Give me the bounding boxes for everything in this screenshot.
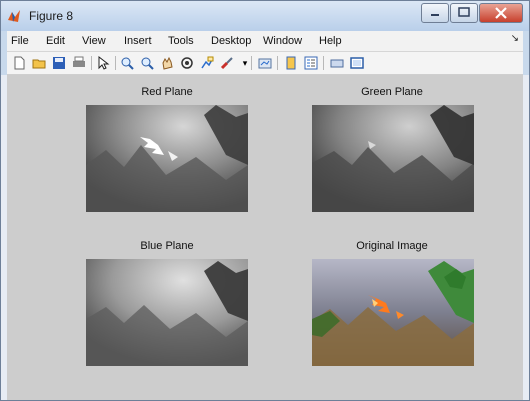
- toolbar-separator: [115, 56, 116, 70]
- red-plane-image: [86, 105, 248, 212]
- title-bar[interactable]: Figure 8: [1, 1, 529, 31]
- minimize-button[interactable]: [421, 3, 449, 23]
- blue-plane-image: [86, 259, 248, 366]
- show-plot-tools-icon[interactable]: [349, 55, 365, 71]
- menu-file[interactable]: File: [11, 35, 29, 47]
- left-window-border: [1, 75, 7, 400]
- figure-toolbar: ▾: [7, 52, 523, 75]
- menu-edit[interactable]: Edit: [46, 35, 65, 47]
- panel-title-blue-plane: Blue Plane: [140, 240, 194, 252]
- panel-title-original-image: Original Image: [356, 240, 428, 252]
- maximize-button[interactable]: [450, 3, 478, 23]
- window-controls: [420, 3, 523, 23]
- hide-plot-tools-icon[interactable]: [329, 55, 345, 71]
- zoom-in-icon[interactable]: [119, 55, 135, 71]
- link-plot-icon[interactable]: [257, 55, 273, 71]
- menu-desktop[interactable]: Desktop: [211, 35, 251, 47]
- brush-icon[interactable]: [219, 55, 235, 71]
- figure-window: Figure 8 File Edit View Insert Tools Des…: [0, 0, 530, 401]
- rotate-3d-icon[interactable]: [179, 55, 195, 71]
- panel-title-red-plane: Red Plane: [141, 86, 193, 98]
- pointer-icon[interactable]: [95, 55, 111, 71]
- zoom-out-icon[interactable]: [139, 55, 155, 71]
- panel-title-green-plane: Green Plane: [361, 86, 423, 98]
- open-file-icon[interactable]: [31, 55, 47, 71]
- maximize-icon: [458, 7, 470, 17]
- menu-window[interactable]: Window: [263, 35, 302, 47]
- right-window-border: [523, 75, 529, 400]
- new-figure-icon[interactable]: [11, 55, 27, 71]
- insert-colorbar-icon[interactable]: [283, 55, 299, 71]
- pan-icon[interactable]: [159, 55, 175, 71]
- menu-bar: File Edit View Insert Tools Desktop Wind…: [7, 31, 523, 52]
- insert-legend-icon[interactable]: [303, 55, 319, 71]
- minimize-icon: [431, 14, 439, 16]
- data-cursor-icon[interactable]: [199, 55, 215, 71]
- green-plane-image: [312, 105, 474, 212]
- menu-view[interactable]: View: [82, 35, 106, 47]
- toolbar-separator: [251, 56, 252, 70]
- close-button[interactable]: [479, 3, 523, 23]
- menu-tools[interactable]: Tools: [168, 35, 194, 47]
- toolbar-separator: [91, 56, 92, 70]
- menu-help[interactable]: Help: [319, 35, 342, 47]
- menu-insert[interactable]: Insert: [124, 35, 152, 47]
- toolbar-separator: [277, 56, 278, 70]
- save-icon[interactable]: [51, 55, 67, 71]
- toolbar-separator: [323, 56, 324, 70]
- matlab-app-icon: [8, 10, 20, 22]
- menu-overflow-arrow-icon[interactable]: ↘: [511, 33, 519, 44]
- figure-canvas: Red Plane Green Plane Blue Plane Origina…: [7, 75, 523, 400]
- print-icon[interactable]: [71, 55, 87, 71]
- close-icon: [495, 7, 507, 19]
- original-color-image: [312, 259, 474, 366]
- window-title: Figure 8: [29, 9, 74, 23]
